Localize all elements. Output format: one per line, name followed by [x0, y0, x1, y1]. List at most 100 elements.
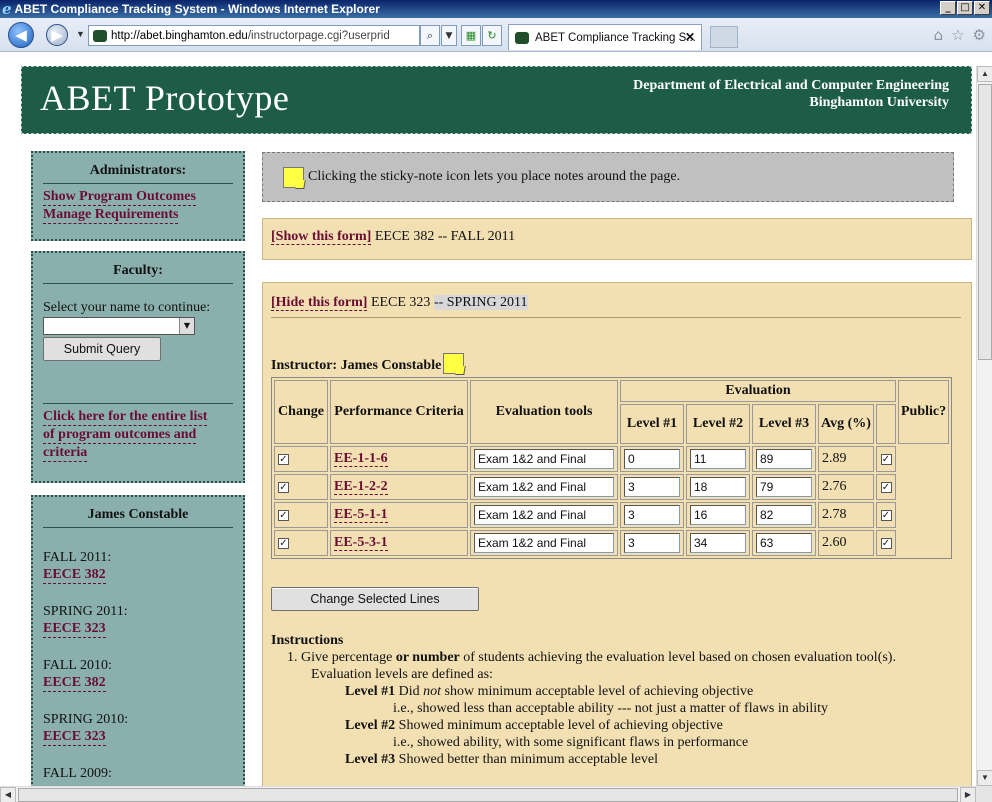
address-bar[interactable]: http://abet.binghamton.edu/instructorpag…: [88, 25, 420, 46]
public-cell: ✓: [876, 446, 896, 472]
history-dropdown-icon[interactable]: ▼: [76, 29, 85, 39]
show-form-link[interactable]: [Show this form]: [271, 229, 372, 245]
level1-input[interactable]: 3: [624, 505, 680, 525]
level-label: Level #2: [345, 718, 396, 733]
level1-input[interactable]: 3: [624, 477, 680, 497]
administrators-box: Administrators: Show Program Outcomes Ma…: [31, 151, 245, 241]
browser-navbar: ◀ ▶ ▼ http://abet.binghamton.edu/instruc…: [0, 18, 992, 52]
horizontal-scrollbar[interactable]: ◀ ▶: [0, 786, 976, 802]
show-program-outcomes-link[interactable]: Show Program Outcomes: [43, 188, 196, 206]
window-title: ABET Compliance Tracking System - Window…: [14, 2, 380, 16]
level2-cell: 34: [686, 530, 750, 556]
term-label: SPRING 2011:: [43, 604, 128, 619]
scroll-left-icon[interactable]: ◀: [0, 787, 16, 802]
tools-gear-icon[interactable]: ⚙: [973, 26, 986, 44]
criteria-link[interactable]: EE-5-1-1: [334, 507, 388, 523]
level1-input[interactable]: 3: [624, 533, 680, 553]
forward-arrow-icon[interactable]: ▶: [46, 24, 68, 46]
manage-requirements-link[interactable]: Manage Requirements: [43, 206, 179, 224]
vertical-scroll-thumb[interactable]: [978, 84, 992, 360]
department-name: Department of Electrical and Computer En…: [633, 77, 949, 111]
sticky-note-icon[interactable]: [283, 166, 304, 188]
table-row: ✓ EE-5-1-1 Exam 1&2 and Final 3 16 82 2.78 ✓: [274, 502, 949, 528]
scroll-down-icon[interactable]: ▼: [977, 770, 992, 786]
col-avg: Avg (%): [818, 404, 874, 444]
evaluation-tool-input[interactable]: Exam 1&2 and Final: [474, 505, 614, 525]
evaluation-tool-input[interactable]: Exam 1&2 and Final: [474, 477, 614, 497]
avg-cell: 2.78: [818, 502, 874, 528]
course-link[interactable]: EECE 323: [43, 620, 106, 638]
public-cell: ✓: [876, 530, 896, 556]
instructor-label: Instructor: James Constable: [271, 358, 442, 373]
level3-input[interactable]: 79: [756, 477, 812, 497]
outcomes-list-link-line2[interactable]: of program outcomes and: [43, 426, 197, 444]
course-link[interactable]: EECE 323: [43, 728, 106, 746]
level2-input[interactable]: 11: [690, 449, 746, 469]
notice-text: Clicking the sticky-note icon lets you p…: [308, 169, 681, 184]
level3-input[interactable]: 89: [756, 449, 812, 469]
change-cell: ✓: [274, 474, 328, 500]
level2-input[interactable]: 16: [690, 505, 746, 525]
scroll-right-icon[interactable]: ▶: [960, 787, 976, 802]
level3-input[interactable]: 63: [756, 533, 812, 553]
evaluation-tool-input[interactable]: Exam 1&2 and Final: [474, 449, 614, 469]
level2-input[interactable]: 18: [690, 477, 746, 497]
close-window-button[interactable]: ✕: [974, 1, 990, 15]
criteria-link[interactable]: EE-1-2-2: [334, 479, 388, 495]
change-checkbox[interactable]: ✓: [278, 482, 289, 493]
course-link[interactable]: EECE 382: [43, 674, 106, 692]
address-dropdown-icon[interactable]: ▼: [441, 25, 457, 46]
level3-cell: 82: [752, 502, 816, 528]
refresh-icon[interactable]: ↻: [482, 25, 502, 46]
favorites-star-icon[interactable]: ☆: [951, 26, 964, 44]
change-selected-lines-button[interactable]: Change Selected Lines: [271, 587, 479, 611]
outcomes-list-link-line3[interactable]: criteria: [43, 444, 88, 462]
compat-icon[interactable]: ▦: [461, 25, 481, 46]
criteria-cell: EE-5-1-1: [330, 502, 468, 528]
change-checkbox[interactable]: ✓: [278, 538, 289, 549]
maximize-button[interactable]: □: [957, 1, 973, 15]
window-titlebar: e ABET Compliance Tracking System - Wind…: [0, 0, 992, 18]
public-cell: ✓: [876, 502, 896, 528]
level-text: Showed minimum acceptable level of achie…: [395, 718, 723, 733]
faculty-box: Faculty: Select your name to continue: ▼…: [31, 251, 245, 483]
scroll-up-icon[interactable]: ▲: [977, 66, 992, 82]
public-checkbox[interactable]: ✓: [880, 510, 892, 521]
browser-tab[interactable]: ABET Compliance Tracking S... ✕: [508, 24, 702, 50]
outcomes-list-link-line1[interactable]: Click here for the entire list: [43, 408, 208, 426]
term-spring-2011: SPRING 2011: EECE 323: [43, 604, 233, 638]
criteria-cell: EE-1-2-2: [330, 474, 468, 500]
site-banner: ABET Prototype Department of Electrical …: [21, 66, 972, 134]
criteria-link[interactable]: EE-5-3-1: [334, 535, 388, 551]
tab-close-icon[interactable]: ✕: [685, 30, 695, 44]
col-evaluation: Evaluation: [620, 380, 896, 402]
criteria-link[interactable]: EE-1-1-6: [334, 451, 388, 467]
level3-input[interactable]: 82: [756, 505, 812, 525]
home-icon[interactable]: ⌂: [934, 26, 944, 44]
col-level2: Level #2: [686, 404, 750, 444]
minimize-button[interactable]: _: [940, 1, 956, 15]
submit-query-button[interactable]: Submit Query: [43, 337, 161, 361]
sticky-note-icon[interactable]: [443, 353, 465, 374]
change-checkbox[interactable]: ✓: [278, 454, 289, 465]
faculty-name-select[interactable]: ▼: [43, 317, 195, 335]
change-checkbox[interactable]: ✓: [278, 510, 289, 521]
course-link[interactable]: EECE 382: [43, 566, 106, 584]
hide-form-link[interactable]: [Hide this form]: [271, 295, 368, 311]
back-arrow-icon[interactable]: ◀: [8, 22, 34, 48]
public-checkbox[interactable]: ✓: [880, 538, 892, 549]
horizontal-scroll-thumb[interactable]: [18, 788, 958, 802]
select-dropdown-icon[interactable]: ▼: [179, 318, 194, 334]
evaluation-tool-input[interactable]: Exam 1&2 and Final: [474, 533, 614, 553]
public-checkbox[interactable]: ✓: [880, 454, 892, 465]
form-course-term: -- SPRING 2011: [433, 295, 528, 310]
scroll-corner: [976, 786, 992, 802]
term-spring-2010: SPRING 2010: EECE 323: [43, 712, 233, 746]
level2-input[interactable]: 34: [690, 533, 746, 553]
vertical-scrollbar[interactable]: ▲ ▼: [976, 66, 992, 786]
new-tab-button[interactable]: [710, 26, 738, 48]
level1-input[interactable]: 0: [624, 449, 680, 469]
public-checkbox[interactable]: ✓: [880, 482, 892, 493]
instruction-item-1: 1. Give percentage or number of students…: [271, 649, 971, 666]
search-icon[interactable]: ⌕: [420, 25, 440, 46]
